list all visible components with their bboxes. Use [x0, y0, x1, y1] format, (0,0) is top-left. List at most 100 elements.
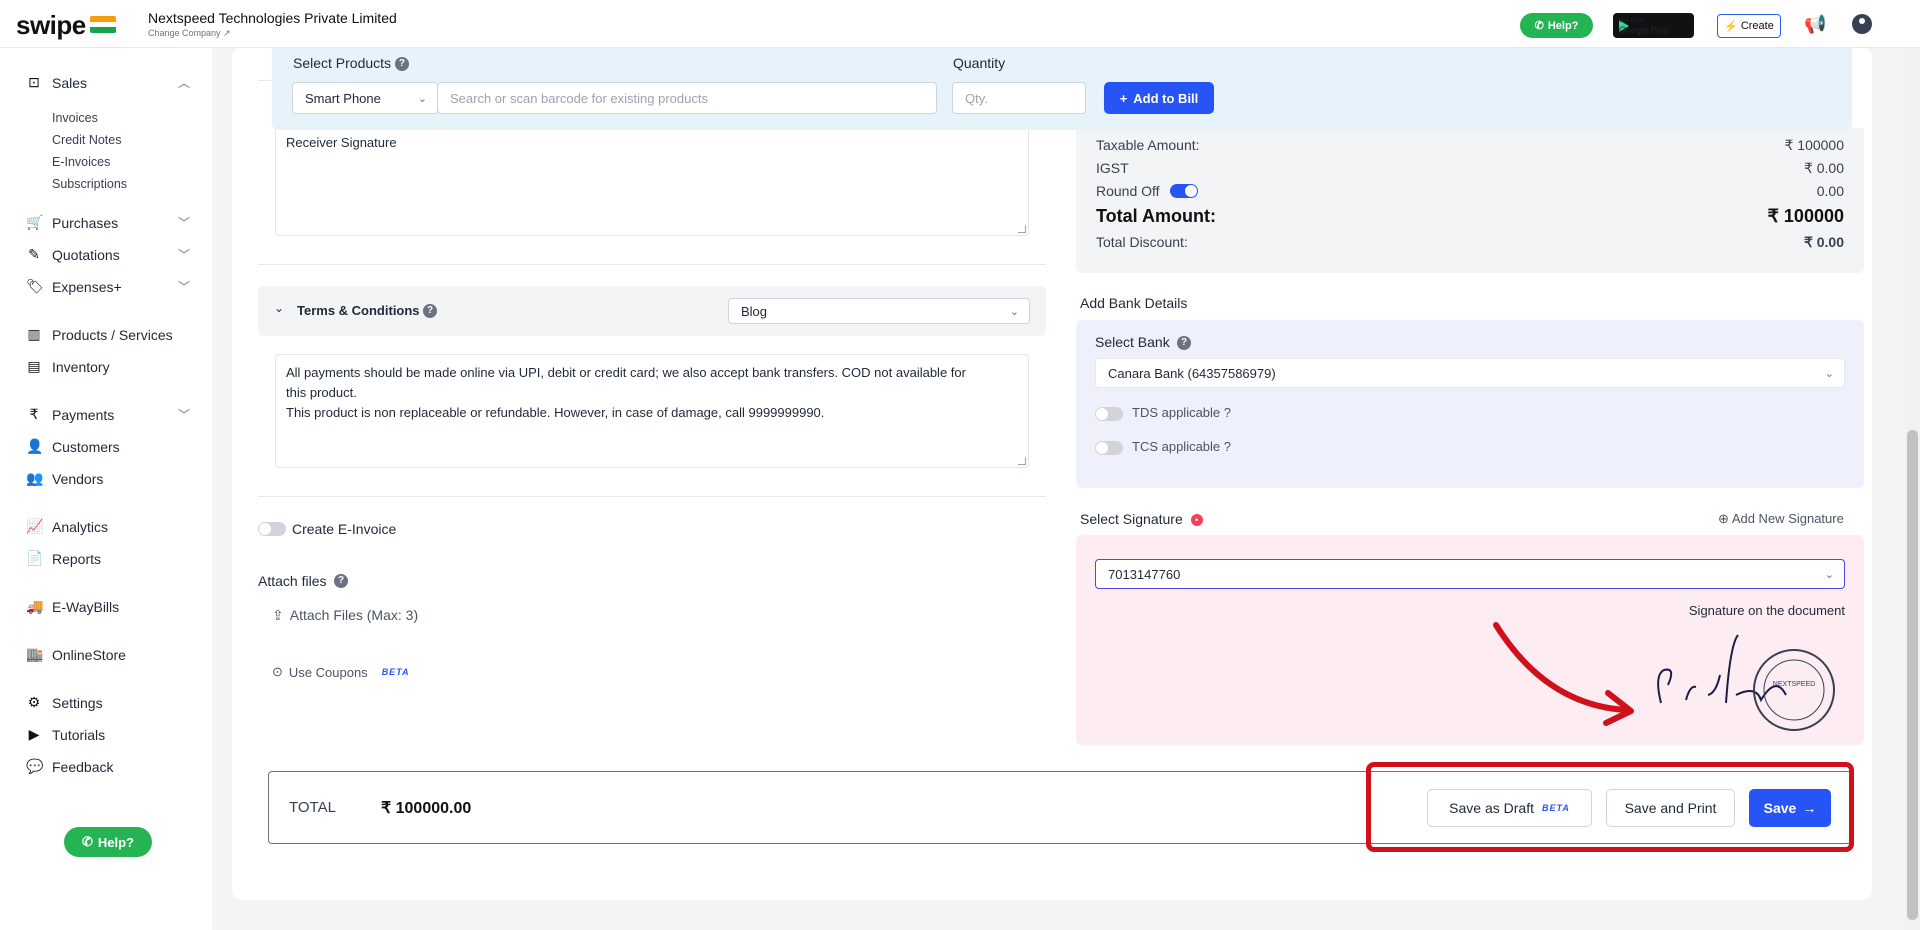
terms-header[interactable]: ⌄ Terms & Conditions ? Blog ⌄ — [258, 286, 1046, 336]
chevron-down-icon: ⌄ — [1009, 305, 1019, 318]
upload-icon: ⇪ — [272, 607, 284, 623]
info-icon[interactable]: ? — [423, 304, 437, 318]
create-einvoice-toggle[interactable] — [258, 522, 286, 536]
rupee-icon: ₹ — [29, 406, 39, 422]
info-icon[interactable]: ? — [334, 574, 348, 588]
chevron-down-icon: ⌄ — [1824, 367, 1834, 380]
signature-select[interactable]: 7013147760 ⌄ — [1095, 559, 1845, 589]
gplay-text: GET IT ON Google Play — [1619, 17, 1668, 35]
help-label: Help? — [97, 834, 135, 850]
sidebar-item-vendors[interactable]: 👥 Vendors — [26, 470, 103, 487]
product-category-select[interactable]: Smart Phone ⌄ — [292, 82, 438, 114]
info-icon[interactable]: ? — [1177, 336, 1191, 350]
india-flag-icon — [90, 16, 116, 33]
sidebar-item-customers[interactable]: 👤 Customers — [26, 438, 120, 455]
sidebar-item-ewaybills[interactable]: 🚚 E-WayBills — [26, 598, 119, 615]
sidebar-item-expenses[interactable]: 🏷 Expenses+ ﹀ — [26, 278, 190, 295]
taxable-label: Taxable Amount: — [1096, 137, 1200, 153]
sidebar-item-sales[interactable]: ⊡ Sales ︿ — [26, 74, 190, 91]
company-name: Nextspeed Technologies Private Limited — [148, 10, 397, 26]
sidebar-item-analytics[interactable]: 📈 Analytics — [26, 518, 108, 535]
change-company-link[interactable]: Change Company ↗ — [148, 28, 397, 39]
announcements-icon[interactable]: 📢 — [1804, 14, 1826, 35]
sidebar-item-e-invoices[interactable]: E-Invoices — [52, 155, 110, 169]
sidebar-item-settings[interactable]: ⚙ Settings — [26, 694, 103, 711]
sidebar-label: Vendors — [52, 470, 104, 487]
terms-textarea[interactable]: All payments should be made online via U… — [275, 354, 1029, 468]
search-placeholder: Search or scan barcode for existing prod… — [450, 90, 708, 106]
roundoff-label: Round Off — [1096, 183, 1160, 199]
tds-toggle[interactable] — [1095, 407, 1123, 421]
app-logo[interactable]: swipe — [16, 10, 86, 41]
sidebar-item-purchases[interactable]: 🛒 Purchases ﹀ — [26, 214, 190, 231]
required-icon: • — [1190, 514, 1203, 527]
add-new-signature-button[interactable]: ⊕ Add New Signature — [1718, 511, 1844, 527]
sidebar-item-credit-notes[interactable]: Credit Notes — [52, 133, 121, 147]
sidebar-item-feedback[interactable]: 💬 Feedback — [26, 758, 113, 775]
sidebar-item-products[interactable]: ▥ Products / Services — [26, 326, 172, 343]
sidebar: ⊡ Sales ︿ Invoices Credit Notes E-Invoic… — [0, 48, 212, 930]
stamp-inner-ring — [1763, 659, 1825, 721]
sidebar-label: Reports — [52, 550, 102, 567]
discount-row: Total Discount: ₹ 0.00 — [1096, 234, 1844, 251]
sidebar-item-onlinestore[interactable]: 🏬 OnlineStore — [26, 646, 126, 663]
cart-icon: 🛒 — [26, 214, 44, 230]
store-icon: 🏬 — [26, 646, 44, 662]
chevron-up-icon: ︿ — [178, 76, 191, 90]
info-icon[interactable]: ? — [394, 57, 409, 72]
company-switcher[interactable]: Nextspeed Technologies Private Limited C… — [148, 10, 397, 39]
add-signature-label: Add New Signature — [1731, 511, 1844, 526]
attach-label: Attach Files (Max: 3) — [289, 607, 419, 623]
chevron-down-icon: ⌄ — [417, 92, 427, 105]
product-search-input[interactable]: Search or scan barcode for existing prod… — [437, 82, 937, 114]
whatsapp-icon: ✆ — [81, 834, 93, 849]
gear-icon: ⚙ — [27, 694, 41, 710]
sidebar-item-reports[interactable]: 📄 Reports — [26, 550, 101, 567]
terms-template-select[interactable]: Blog ⌄ — [728, 298, 1030, 324]
roundoff-row: Round Off 0.00 — [1096, 183, 1844, 199]
bank-select[interactable]: Canara Bank (64357586979) ⌄ — [1095, 358, 1845, 388]
receiver-signature-textarea[interactable]: Receiver Signature — [275, 124, 1029, 236]
sidebar-label: Payments — [52, 406, 115, 423]
sidebar-label: E-WayBills — [52, 598, 120, 615]
sidebar-item-invoices[interactable]: Invoices — [52, 111, 98, 125]
sidebar-item-quotations[interactable]: ✎ Quotations ﹀ — [26, 246, 190, 263]
sidebar-item-subscriptions[interactable]: Subscriptions — [52, 177, 127, 191]
textarea-value: Receiver Signature — [286, 135, 397, 150]
taxable-row: Taxable Amount: ₹ 100000 — [1096, 137, 1844, 154]
sidebar-help-button[interactable]: ✆ Help? — [64, 827, 152, 857]
terms-line: this product. — [286, 385, 357, 400]
create-button[interactable]: ⚡ Create — [1717, 14, 1781, 38]
feedback-icon: 💬 — [26, 758, 44, 774]
sidebar-item-tutorials[interactable]: ▶ Tutorials — [26, 726, 106, 743]
quantity-input[interactable]: Qty. — [952, 82, 1086, 114]
help-label: Help? — [1547, 19, 1579, 32]
sidebar-item-payments[interactable]: ₹ Payments ﹀ — [26, 406, 190, 423]
google-play-badge[interactable]: GET IT ON Google Play — [1613, 13, 1694, 38]
sales-icon: ⊡ — [28, 74, 40, 90]
total-label: Total Amount: — [1096, 206, 1216, 226]
roundoff-toggle[interactable] — [1169, 184, 1198, 198]
use-coupons-button[interactable]: ⊙ Use Coupons BETA — [272, 664, 410, 680]
chevron-down-icon[interactable]: ⌄ — [274, 301, 284, 315]
help-button[interactable]: ✆ Help? — [1520, 13, 1593, 38]
sidebar-item-inventory[interactable]: ▤ Inventory — [26, 358, 110, 375]
quantity-label: Quantity — [953, 55, 1006, 71]
chevron-down-icon: ﹀ — [178, 408, 191, 422]
terms-title: Terms & Conditions — [297, 303, 420, 318]
user-icon: 👤 — [26, 438, 44, 454]
attach-files-button[interactable]: ⇪ Attach Files (Max: 3) — [272, 607, 418, 624]
plus-icon: + — [1119, 90, 1128, 106]
select-bank-label: Select Bank — [1095, 334, 1170, 350]
profile-icon[interactable] — [1852, 14, 1872, 34]
chevron-down-icon: ﹀ — [178, 216, 191, 230]
sidebar-label: Inventory — [52, 358, 110, 375]
tag-icon: 🏷 — [26, 278, 44, 294]
add-to-bill-button[interactable]: + Add to Bill — [1104, 82, 1214, 114]
igst-label: IGST — [1096, 160, 1129, 176]
roundoff-value: 0.00 — [1816, 183, 1844, 199]
tcs-toggle[interactable] — [1095, 441, 1123, 455]
scrollbar-thumb[interactable] — [1907, 430, 1918, 920]
whatsapp-icon: ✆ — [1534, 20, 1544, 32]
select-signature-title: Select Signature • — [1080, 511, 1203, 527]
